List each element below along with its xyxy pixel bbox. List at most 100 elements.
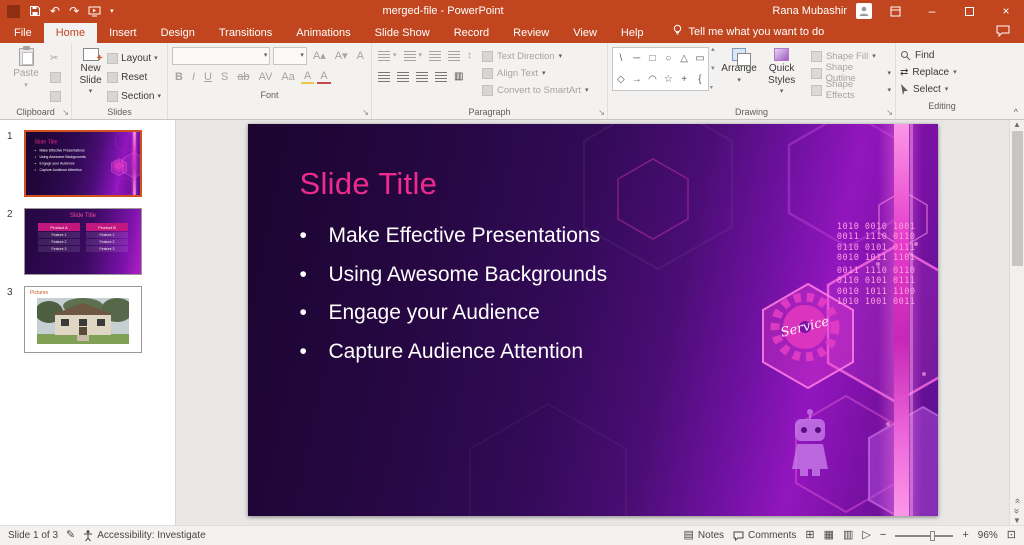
- align-right-button[interactable]: [414, 69, 430, 85]
- pen-icon[interactable]: ✎: [66, 530, 75, 541]
- ribbon-display-options-icon[interactable]: [881, 0, 909, 22]
- zoom-slider-knob[interactable]: [930, 531, 935, 541]
- minimize-button[interactable]: –: [918, 0, 946, 22]
- italic-button[interactable]: I: [189, 71, 198, 83]
- font-color-button[interactable]: A: [317, 70, 330, 84]
- new-slide-dropdown-icon[interactable]: ▾: [89, 88, 93, 95]
- shape-effects-button[interactable]: Shape Effects▾: [811, 83, 891, 97]
- character-spacing-button[interactable]: AV: [256, 71, 276, 83]
- font-dialog-launcher-icon[interactable]: ↘: [362, 109, 369, 117]
- user-name[interactable]: Rana Mubashir: [772, 5, 847, 17]
- align-text-button[interactable]: Align Text▾: [482, 66, 588, 80]
- columns-button[interactable]: ▥: [452, 69, 465, 85]
- shapes-gallery[interactable]: \ ─ □ ○ △ ▭ ◇ → ◠ ☆ + {: [612, 47, 709, 91]
- shape-plus-icon[interactable]: +: [681, 74, 687, 85]
- shape-star-icon[interactable]: ☆: [664, 74, 673, 85]
- shrink-font-button[interactable]: A▾: [332, 49, 351, 62]
- bullets-button[interactable]: ▾: [376, 48, 399, 64]
- tab-help[interactable]: Help: [609, 23, 656, 43]
- align-left-button[interactable]: [376, 69, 392, 85]
- paste-button[interactable]: Paste ▾: [4, 45, 48, 89]
- slide-bullet-list[interactable]: Make Effective Presentations Using Aweso…: [300, 224, 608, 378]
- zoom-out-button[interactable]: −: [880, 530, 886, 541]
- accessibility-status[interactable]: Accessibility: Investigate: [83, 530, 205, 541]
- tab-review[interactable]: Review: [501, 23, 561, 43]
- current-slide[interactable]: Slide Title Make Effective Presentations…: [248, 124, 938, 516]
- change-case-button[interactable]: Aa: [278, 71, 297, 83]
- shape-rectangle-icon[interactable]: □: [649, 53, 655, 64]
- maximize-button[interactable]: [955, 0, 983, 22]
- replace-button[interactable]: ⇄ Replace▾: [900, 64, 984, 81]
- normal-view-button[interactable]: ⊞: [805, 530, 814, 541]
- slideshow-view-button[interactable]: ▷: [862, 530, 870, 541]
- grow-font-button[interactable]: A▴: [310, 49, 329, 62]
- shape-hline-icon[interactable]: ─: [633, 53, 640, 64]
- tab-animations[interactable]: Animations: [284, 23, 362, 43]
- shape-ellipse-icon[interactable]: ○: [665, 53, 671, 64]
- quick-styles-button[interactable]: Quick Styles ▾: [760, 45, 803, 95]
- text-shadow-button[interactable]: S: [218, 71, 231, 83]
- shape-diamond-icon[interactable]: ◇: [617, 74, 625, 85]
- slide-sorter-view-button[interactable]: ▦: [824, 530, 834, 541]
- zoom-in-button[interactable]: +: [962, 530, 968, 541]
- start-slideshow-icon[interactable]: [88, 6, 101, 17]
- shapes-scroll-down-icon[interactable]: ▼: [710, 66, 716, 72]
- slide-3-thumbnail[interactable]: Pictures: [24, 286, 142, 353]
- comments-bubble-icon[interactable]: [996, 25, 1024, 43]
- shape-arc-icon[interactable]: ◠: [648, 74, 657, 85]
- slide-1-thumbnail[interactable]: Slide Title Make Effective Presentations…: [24, 130, 142, 197]
- bold-button[interactable]: B: [172, 71, 186, 83]
- tab-design[interactable]: Design: [149, 23, 207, 43]
- arrange-button[interactable]: Arrange ▾: [718, 45, 761, 84]
- tab-record[interactable]: Record: [442, 23, 501, 43]
- next-slide-icon[interactable]: «: [1012, 508, 1022, 514]
- fit-to-window-button[interactable]: ⊡: [1007, 530, 1016, 541]
- format-painter-button[interactable]: [48, 88, 63, 104]
- reset-button[interactable]: Reset: [105, 69, 163, 85]
- clipboard-dialog-launcher-icon[interactable]: ↘: [62, 109, 69, 117]
- close-button[interactable]: ×: [992, 0, 1020, 22]
- shape-triangle-icon[interactable]: △: [680, 53, 688, 64]
- collapse-ribbon-icon[interactable]: ^: [1014, 107, 1018, 117]
- comments-button[interactable]: Comments: [733, 530, 796, 541]
- redo-icon[interactable]: ↷: [69, 5, 79, 17]
- increase-indent-button[interactable]: [446, 48, 462, 64]
- font-size-combo[interactable]: ▾: [273, 47, 307, 65]
- notes-button[interactable]: ▤Notes: [684, 530, 725, 541]
- underline-button[interactable]: U: [201, 71, 215, 83]
- paragraph-dialog-launcher-icon[interactable]: ↘: [598, 109, 605, 117]
- scroll-up-icon[interactable]: ▲: [1013, 120, 1021, 129]
- cut-button[interactable]: ✂: [48, 50, 63, 66]
- clear-formatting-button[interactable]: A: [354, 50, 367, 62]
- decrease-indent-button[interactable]: [427, 48, 443, 64]
- drawing-dialog-launcher-icon[interactable]: ↘: [886, 109, 893, 117]
- slide-canvas[interactable]: Slide Title Make Effective Presentations…: [176, 120, 1009, 525]
- highlight-color-button[interactable]: A: [301, 70, 314, 84]
- text-direction-button[interactable]: Text Direction▾: [482, 49, 588, 63]
- scrollbar-thumb[interactable]: [1012, 131, 1023, 266]
- shapes-more-icon[interactable]: ▾: [710, 84, 716, 91]
- shape-arrow-icon[interactable]: →: [632, 74, 642, 85]
- strikethrough-button[interactable]: ab: [234, 71, 252, 83]
- shape-line-icon[interactable]: \: [620, 53, 623, 64]
- previous-slide-icon[interactable]: «: [1012, 498, 1022, 504]
- tab-transitions[interactable]: Transitions: [207, 23, 284, 43]
- shape-fill-button[interactable]: Shape Fill▾: [811, 49, 891, 63]
- tab-file[interactable]: File: [2, 23, 44, 43]
- tab-home[interactable]: Home: [44, 23, 97, 43]
- tell-me-box[interactable]: Tell me what you want to do: [672, 24, 825, 43]
- section-button[interactable]: Section▾: [105, 88, 163, 104]
- shape-brace-icon[interactable]: {: [698, 74, 701, 85]
- align-center-button[interactable]: [395, 69, 411, 85]
- shapes-gallery-scroll[interactable]: ▲ ▼ ▾: [710, 47, 716, 91]
- app-icon[interactable]: [7, 5, 20, 18]
- copy-button[interactable]: [48, 69, 63, 85]
- slide-2-thumbnail[interactable]: Slide Title Product A Feature 1 Feature …: [24, 208, 142, 275]
- user-avatar[interactable]: [856, 3, 872, 19]
- shape-outline-button[interactable]: Shape Outline▾: [811, 66, 891, 80]
- tab-slide-show[interactable]: Slide Show: [363, 23, 442, 43]
- tab-view[interactable]: View: [561, 23, 609, 43]
- slide-title[interactable]: Slide Title: [300, 166, 438, 202]
- select-button[interactable]: Select▾: [900, 81, 984, 98]
- undo-icon[interactable]: ↶: [50, 5, 60, 17]
